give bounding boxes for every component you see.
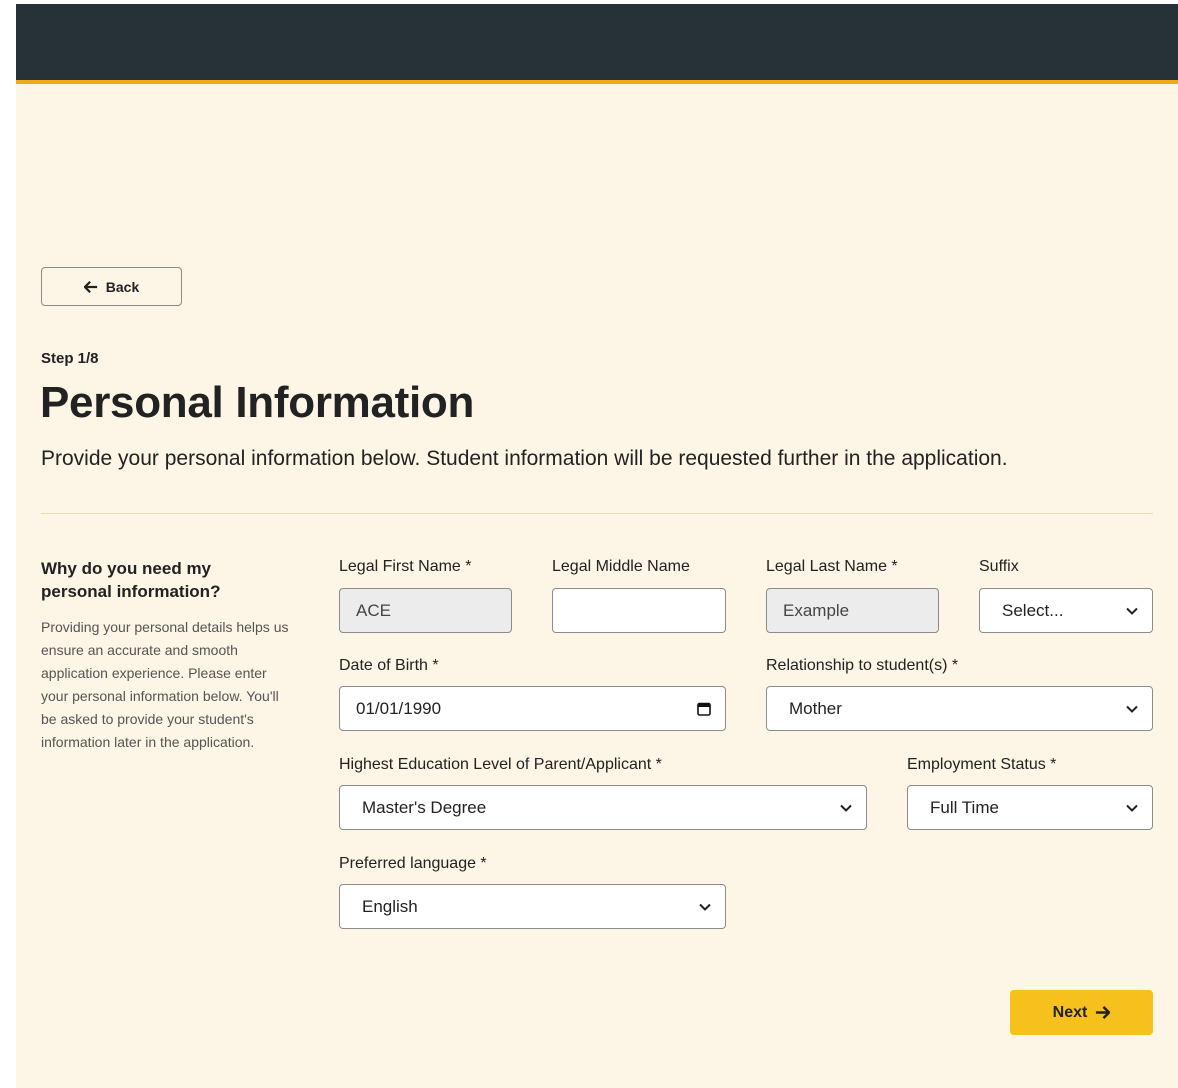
arrow-right-icon [1096,1006,1111,1019]
arrow-left-icon [83,280,97,293]
page-frame: Back Step 1/8 Personal Information Provi… [16,4,1178,1088]
employment-label: Employment Status * [907,756,1057,773]
employment-select[interactable]: Full Time [907,785,1153,830]
education-value: Master's Degree [362,797,487,817]
suffix-value: Select... [1002,600,1064,620]
education-label: Highest Education Level of Parent/Applic… [339,756,662,773]
first-name-value: ACE [356,600,391,620]
page-title: Personal Information [40,378,475,427]
language-value: English [362,896,418,916]
relationship-select[interactable]: Mother [766,686,1153,731]
dob-value: 01/01/1990 [356,698,442,718]
chevron-down-icon [840,804,852,812]
info-text: Providing your personal details helps us… [41,619,289,750]
next-button-label: Next [1052,1003,1088,1021]
back-button-label: Back [105,278,140,295]
middle-name-label: Legal Middle Name [552,558,690,575]
employment-value: Full Time [930,797,999,817]
language-select[interactable]: English [339,884,726,929]
top-navigation-bar [16,4,1178,84]
suffix-label: Suffix [979,558,1019,575]
dob-label: Date of Birth * [339,657,439,674]
middle-name-field[interactable] [552,588,726,633]
last-name-value: Example [783,600,850,620]
page-subtitle: Provide your personal information below.… [41,447,1008,470]
chevron-down-icon [699,903,711,911]
dob-field[interactable]: 01/01/1990 [339,686,726,731]
last-name-field[interactable]: Example [766,588,939,633]
calendar-icon[interactable] [697,702,711,716]
relationship-label: Relationship to student(s) * [766,657,959,674]
first-name-field[interactable]: ACE [339,588,512,633]
relationship-value: Mother [789,698,842,718]
next-button[interactable]: Next [1010,990,1153,1035]
step-indicator: Step 1/8 [41,350,99,367]
education-select[interactable]: Master's Degree [339,785,867,830]
suffix-select[interactable]: Select... [979,588,1153,633]
last-name-label: Legal Last Name * [766,558,898,575]
chevron-down-icon [1126,804,1138,812]
chevron-down-icon [1126,705,1138,713]
back-button[interactable]: Back [41,267,182,306]
language-label: Preferred language * [339,855,487,872]
chevron-down-icon [1126,607,1138,615]
info-heading: Why do you need my personal information? [41,559,221,601]
section-divider [41,513,1153,514]
first-name-label: Legal First Name * [339,558,472,575]
